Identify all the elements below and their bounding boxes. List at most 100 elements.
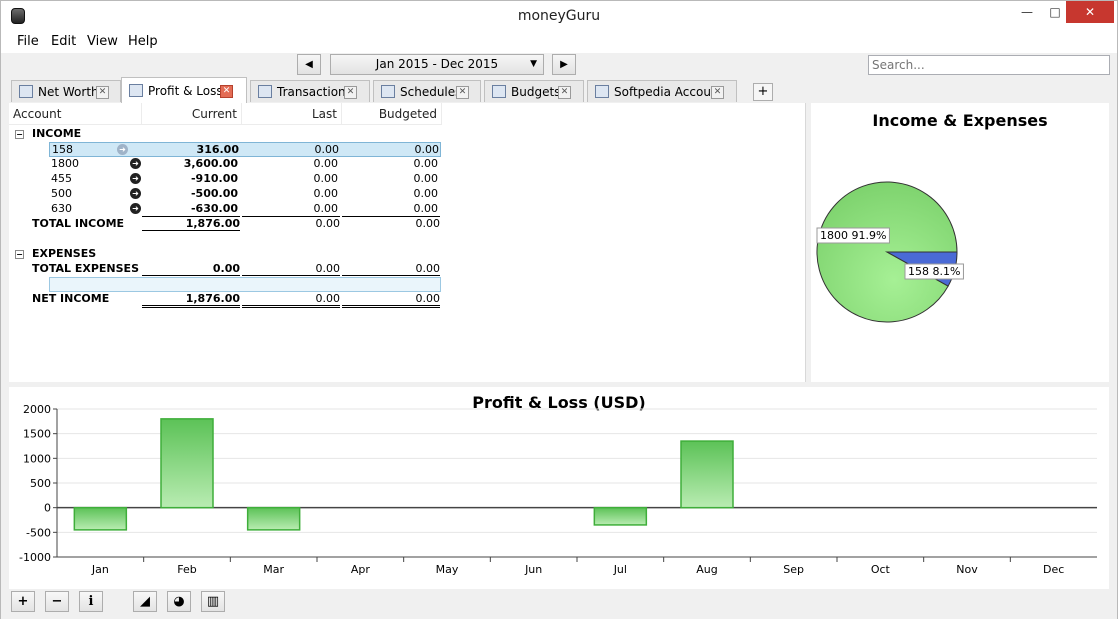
column-header-account[interactable]: Account <box>9 103 142 125</box>
tab-label: Net Worth <box>38 85 99 99</box>
table-row[interactable]: 500 ➜ -500.00 0.00 0.00 <box>49 187 441 202</box>
menu-view[interactable]: View <box>87 34 118 49</box>
y-tick-label: 2000 <box>23 403 51 416</box>
go-to-account-icon[interactable]: ➜ <box>117 144 128 155</box>
menu-file[interactable]: File <box>17 34 39 49</box>
expenses-group-row[interactable]: − EXPENSES <box>9 247 449 262</box>
table-row[interactable]: 158 ➜ 316.00 0.00 0.00 <box>49 142 441 157</box>
x-tick-label: Jul <box>613 563 627 576</box>
collapse-icon[interactable]: − <box>15 250 24 259</box>
search-input[interactable] <box>868 55 1110 75</box>
account-name: 1800 <box>51 157 79 170</box>
column-header-budgeted[interactable]: Budgeted <box>342 103 442 125</box>
close-tab-icon[interactable]: ✕ <box>711 86 724 99</box>
info-icon[interactable]: i <box>79 591 103 612</box>
last-value: 0.00 <box>313 202 339 215</box>
date-range-value: Jan 2015 - Dec 2015 <box>375 57 499 71</box>
net-income-budgeted: 0.00 <box>342 292 440 308</box>
tab-label: Transactions <box>277 85 352 99</box>
collapse-icon[interactable]: − <box>15 130 24 139</box>
previous-period-button[interactable]: ◀ <box>297 54 321 75</box>
current-value: -910.00 <box>190 172 238 185</box>
close-tab-icon[interactable]: ✕ <box>344 86 357 99</box>
svg-text:1800 91.9%: 1800 91.9% <box>820 229 886 242</box>
last-value: 0.00 <box>313 157 339 170</box>
tab-label: Softpedia Account <box>614 85 724 99</box>
add-tab-button[interactable]: + <box>753 83 773 101</box>
last-value: 0.00 <box>313 172 339 185</box>
current-value: -630.00 <box>190 202 238 215</box>
tab-net-worth[interactable]: Net Worth ✕ <box>11 80 121 102</box>
menu-bar: File Edit View Help <box>1 31 1117 53</box>
close-window-button[interactable]: ✕ <box>1066 1 1114 23</box>
date-range-dropdown[interactable]: Jan 2015 - Dec 2015 ▼ <box>330 54 544 75</box>
pie-chart-icon[interactable]: ◕ <box>167 591 191 612</box>
bar-graph-icon[interactable]: ▥ <box>201 591 225 612</box>
bar-jan <box>73 506 128 531</box>
table-row[interactable]: 1800 ➜ 3,600.00 0.00 0.00 <box>49 157 441 172</box>
bar-feb <box>160 418 214 509</box>
budgeted-value: 0.00 <box>413 187 439 200</box>
maximize-button[interactable]: □ <box>1041 1 1069 23</box>
tab-softpedia-account[interactable]: Softpedia Account ✕ <box>587 80 737 102</box>
add-icon[interactable]: + <box>11 591 35 612</box>
y-tick-label: 0 <box>44 502 51 515</box>
tab-profit-loss[interactable]: Profit & Loss ✕ <box>121 77 247 103</box>
current-value: 3,600.00 <box>183 157 238 170</box>
remove-icon[interactable]: − <box>45 591 69 612</box>
current-value: 316.00 <box>196 143 239 156</box>
chevron-down-icon: ▼ <box>530 59 537 69</box>
bottom-toolbar: + − i ◢ ◕ ▥ <box>1 589 1117 619</box>
pie-label-158: 158 8.1% <box>904 263 964 280</box>
document-icon <box>595 85 609 98</box>
total-expenses-label: TOTAL EXPENSES <box>32 262 139 275</box>
x-tick-label: Feb <box>177 563 196 576</box>
svg-text:158 8.1%: 158 8.1% <box>908 265 960 278</box>
tab-bar: Net Worth ✕ Profit & Loss ✕ Transactions… <box>1 77 1117 103</box>
total-expenses-last: 0.00 <box>242 262 340 278</box>
menu-edit[interactable]: Edit <box>51 34 76 49</box>
tab-schedules[interactable]: Schedules ✕ <box>373 80 481 102</box>
new-account-row[interactable] <box>49 277 441 292</box>
budgeted-value: 0.00 <box>414 143 440 156</box>
clock-icon <box>381 85 395 98</box>
x-tick-label: Apr <box>351 563 371 576</box>
close-tab-icon[interactable]: ✕ <box>220 85 233 98</box>
budgeted-value: 0.00 <box>413 157 439 170</box>
account-name: 500 <box>51 187 72 200</box>
close-tab-icon[interactable]: ✕ <box>456 86 469 99</box>
menu-help[interactable]: Help <box>128 34 158 49</box>
column-header-last[interactable]: Last <box>242 103 342 125</box>
income-group-row[interactable]: − INCOME <box>9 127 449 142</box>
close-tab-icon[interactable]: ✕ <box>96 86 109 99</box>
profit-loss-bar-panel: Profit & Loss (USD) 2000 1500 1000 500 0 -500… <box>9 387 1109 589</box>
x-tick-label: Mar <box>263 563 284 576</box>
group-label: EXPENSES <box>32 247 97 260</box>
account-name: 455 <box>51 172 72 185</box>
table-row[interactable]: 455 ➜ -910.00 0.00 0.00 <box>49 172 441 187</box>
bar-mar <box>246 506 301 531</box>
total-income-row: TOTAL INCOME 1,876.00 0.00 0.00 <box>9 216 449 232</box>
total-income-label: TOTAL INCOME <box>32 217 125 230</box>
tab-budgets[interactable]: Budgets ✕ <box>484 80 584 102</box>
x-tick-label: Nov <box>956 563 978 576</box>
tab-transactions[interactable]: Transactions ✕ <box>250 80 370 102</box>
x-tick-label: Jun <box>524 563 542 576</box>
current-value: -500.00 <box>190 187 238 200</box>
net-income-label: NET INCOME <box>32 292 110 305</box>
minimize-button[interactable]: — <box>1013 1 1041 23</box>
line-graph-icon[interactable]: ◢ <box>133 591 157 612</box>
x-tick-label: Jan <box>91 563 109 576</box>
x-tick-label: Sep <box>783 563 804 576</box>
close-tab-icon[interactable]: ✕ <box>558 86 571 99</box>
next-period-button[interactable]: ▶ <box>552 54 576 75</box>
budgeted-value: 0.00 <box>413 172 439 185</box>
pie-label-1800: 1800 91.9% <box>816 227 890 244</box>
date-navigation-bar: ◀ Jan 2015 - Dec 2015 ▼ ▶ <box>1 53 1117 77</box>
bar-chart: 2000 1500 1000 500 0 -500 -1000 Jan Feb Mar Apr May… <box>19 403 1097 576</box>
group-label: INCOME <box>32 127 82 140</box>
net-income-current: 1,876.00 <box>142 292 240 308</box>
tab-label: Budgets <box>511 85 561 99</box>
column-header-current[interactable]: Current <box>142 103 242 125</box>
table-row[interactable]: 630 ➜ -630.00 0.00 0.00 <box>49 202 441 217</box>
